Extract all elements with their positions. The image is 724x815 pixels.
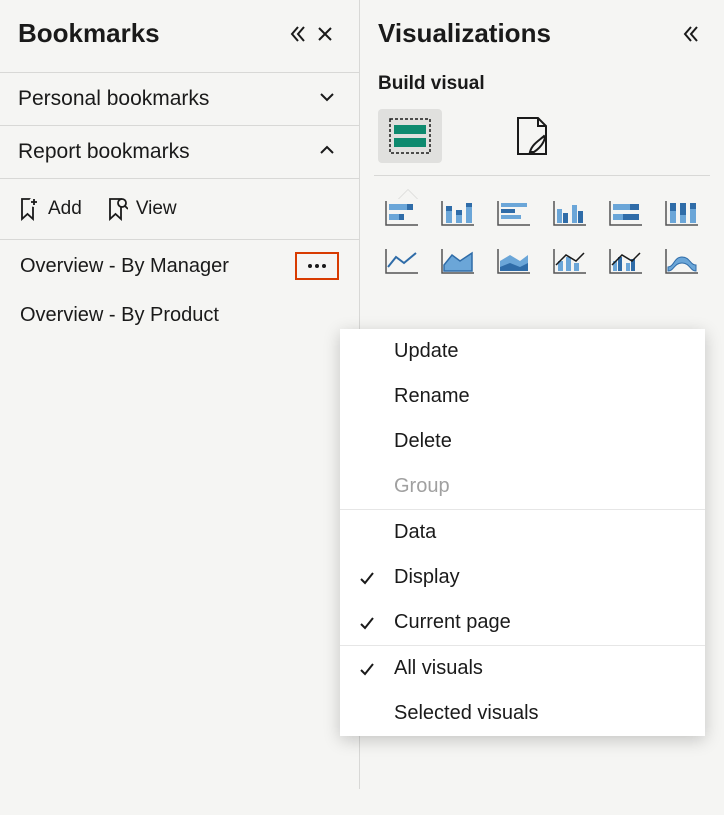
menu-rename[interactable]: Rename xyxy=(340,374,705,419)
check-icon xyxy=(356,567,378,589)
clustered-bar-icon[interactable] xyxy=(490,194,538,234)
table-build-icon xyxy=(386,115,434,157)
personal-bookmarks-label: Personal bookmarks xyxy=(18,87,317,111)
bookmark-label: Overview - By Product xyxy=(20,304,339,327)
stacked-area-icon[interactable] xyxy=(490,242,538,282)
menu-selected-visuals[interactable]: Selected visuals xyxy=(340,691,705,736)
check-icon xyxy=(356,658,378,680)
visual-mode-row xyxy=(360,103,724,175)
hundred-stacked-bar-icon[interactable] xyxy=(602,194,650,234)
build-visual-label: Build visual xyxy=(360,73,724,103)
check-icon xyxy=(356,612,378,634)
mode-divider xyxy=(374,175,710,176)
menu-update[interactable]: Update xyxy=(340,329,705,374)
menu-current-page[interactable]: Current page xyxy=(340,600,705,645)
bookmark-view-icon xyxy=(106,197,128,221)
bookmarks-title: Bookmarks xyxy=(18,18,283,49)
mode-pointer-icon xyxy=(398,190,418,200)
menu-display[interactable]: Display xyxy=(340,555,705,600)
bookmarks-header: Bookmarks xyxy=(0,0,359,73)
ellipsis-icon xyxy=(307,263,327,269)
report-bookmarks-section[interactable]: Report bookmarks xyxy=(0,125,359,179)
add-bookmark-button[interactable]: Add xyxy=(18,197,82,221)
bookmark-item[interactable]: Overview - By Manager xyxy=(0,240,359,292)
personal-bookmarks-section[interactable]: Personal bookmarks xyxy=(0,72,359,126)
line-chart-icon[interactable] xyxy=(378,242,426,282)
collapse-icon[interactable] xyxy=(283,20,311,48)
chevron-down-icon xyxy=(317,87,341,111)
view-label: View xyxy=(136,198,177,220)
visualizations-header: Visualizations xyxy=(360,0,724,73)
bookmark-actions: Add View xyxy=(0,179,359,239)
line-stacked-column-icon[interactable] xyxy=(546,242,594,282)
bookmark-label: Overview - By Manager xyxy=(20,255,295,278)
page-brush-icon xyxy=(510,114,554,158)
build-mode-button[interactable] xyxy=(378,109,442,163)
bookmark-item[interactable]: Overview - By Product xyxy=(0,292,359,339)
clustered-column-icon[interactable] xyxy=(546,194,594,234)
expand-icon[interactable] xyxy=(676,20,704,48)
close-icon[interactable] xyxy=(311,20,339,48)
report-bookmarks-label: Report bookmarks xyxy=(18,140,317,164)
bookmark-context-menu: Update Rename Delete Group Data Display … xyxy=(340,329,705,736)
view-bookmark-button[interactable]: View xyxy=(106,197,177,221)
bookmark-add-icon xyxy=(18,197,40,221)
line-clustered-column-icon[interactable] xyxy=(602,242,650,282)
format-mode-button[interactable] xyxy=(500,109,564,163)
menu-all-visuals[interactable]: All visuals xyxy=(340,646,705,691)
visualizations-title: Visualizations xyxy=(378,18,676,49)
stacked-bar-icon[interactable] xyxy=(378,194,426,234)
hundred-stacked-column-icon[interactable] xyxy=(658,194,706,234)
add-label: Add xyxy=(48,198,82,220)
menu-group: Group xyxy=(340,464,705,509)
menu-data[interactable]: Data xyxy=(340,510,705,555)
area-chart-icon[interactable] xyxy=(434,242,482,282)
more-options-button[interactable] xyxy=(295,252,339,280)
bookmarks-pane: Bookmarks Personal bookmarks Report book… xyxy=(0,0,360,789)
menu-delete[interactable]: Delete xyxy=(340,419,705,464)
ribbon-chart-icon[interactable] xyxy=(658,242,706,282)
chevron-up-icon xyxy=(317,140,341,164)
stacked-column-icon[interactable] xyxy=(434,194,482,234)
